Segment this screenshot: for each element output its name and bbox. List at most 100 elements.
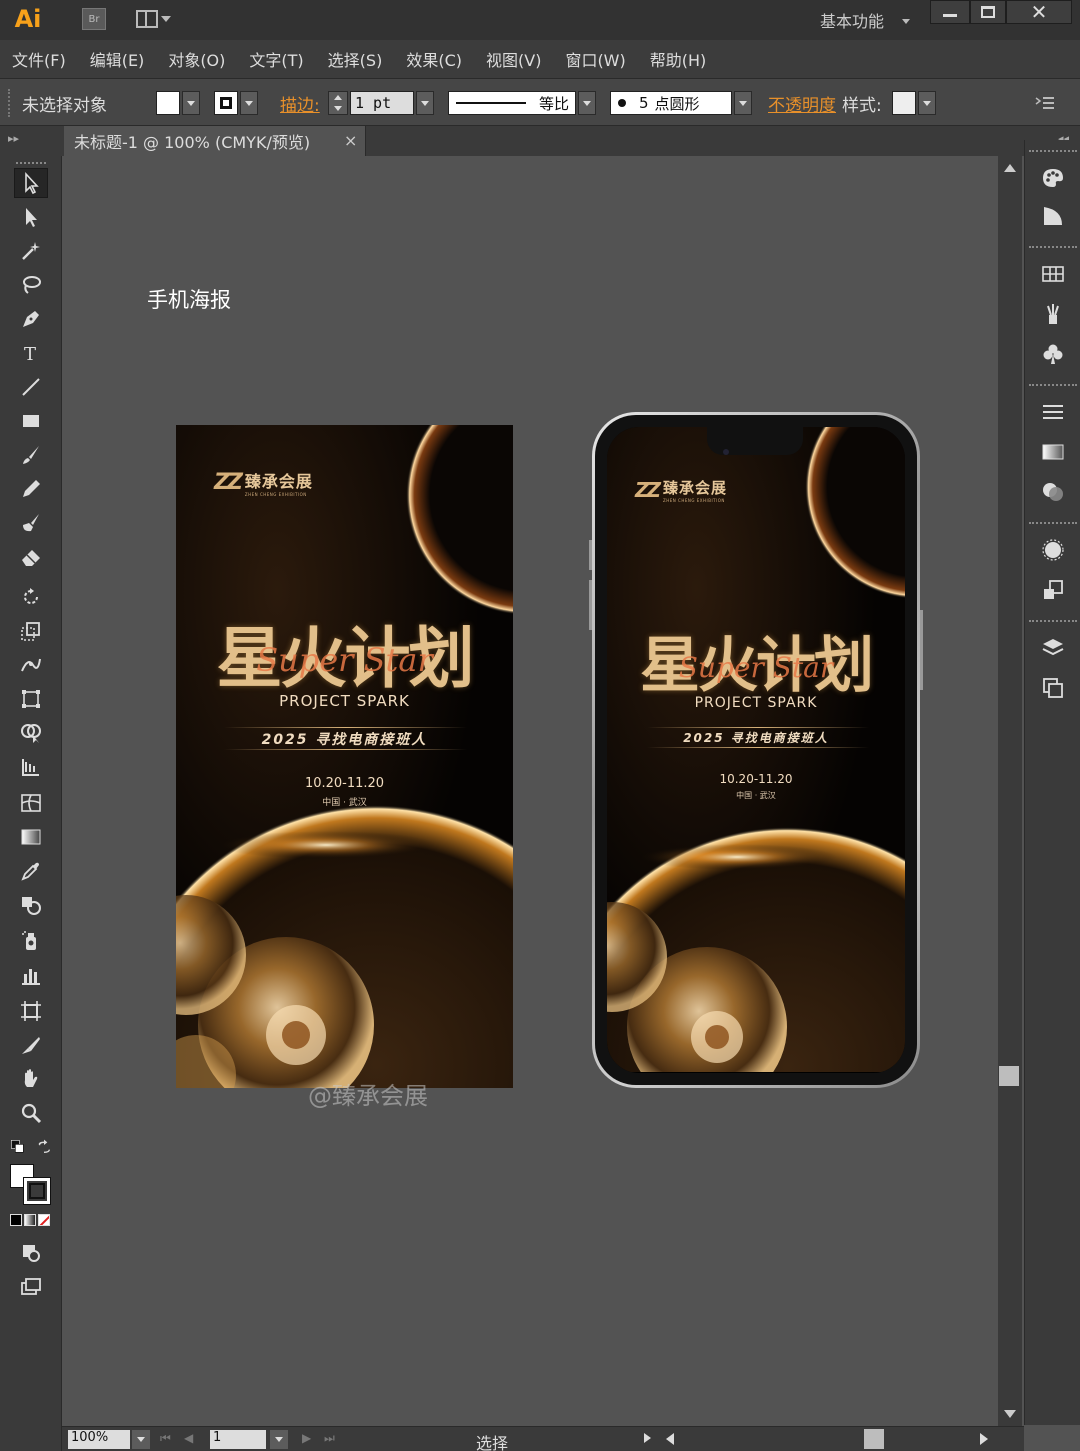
stroke-color-swatch[interactable]: [23, 1177, 51, 1205]
chevron-down-icon[interactable]: [902, 19, 910, 24]
width-tool[interactable]: [14, 650, 48, 680]
panel-grip[interactable]: [1029, 384, 1077, 386]
document-tab[interactable]: 未标题-1 @ 100% (CMYK/预览): [64, 126, 366, 156]
type-tool[interactable]: T: [14, 338, 48, 368]
rotate-tool[interactable]: [14, 582, 48, 612]
none-mode-button[interactable]: [38, 1214, 50, 1226]
poster-artboard[interactable]: ZZ 臻承会展 ZHEN CHENG EXHIBITION 星火计划 Super…: [176, 425, 513, 1088]
panel-grip[interactable]: [16, 162, 46, 164]
menu-window[interactable]: 窗口(W): [565, 47, 625, 71]
scroll-right-icon[interactable]: [980, 1433, 988, 1445]
zoom-dropdown[interactable]: [132, 1430, 150, 1449]
screen-mode-button[interactable]: [14, 1272, 48, 1302]
stroke-weight-stepper[interactable]: [328, 91, 348, 115]
gradient-tool[interactable]: [14, 822, 48, 852]
stroke-swatch[interactable]: [214, 91, 238, 115]
zoom-level-input[interactable]: 100%: [68, 1430, 130, 1449]
paintbrush-tool[interactable]: [14, 440, 48, 470]
panel-grip[interactable]: [1029, 246, 1077, 248]
eyedropper-tool[interactable]: [14, 856, 48, 886]
minimize-button[interactable]: [930, 0, 970, 24]
default-colors-button[interactable]: [10, 1132, 26, 1162]
opacity-label[interactable]: 不透明度: [768, 91, 836, 116]
menu-help[interactable]: 帮助(H): [650, 47, 707, 71]
scroll-left-icon[interactable]: [666, 1433, 674, 1445]
appearance-panel-button[interactable]: [1039, 536, 1067, 564]
status-menu-icon[interactable]: [644, 1433, 651, 1443]
shape-builder-tool[interactable]: [14, 718, 48, 748]
stroke-dropdown[interactable]: [240, 91, 258, 115]
pen-tool[interactable]: [14, 304, 48, 334]
menu-file[interactable]: 文件(F): [12, 47, 66, 71]
menu-type[interactable]: 文字(T): [249, 47, 303, 71]
stroke-label[interactable]: 描边:: [280, 91, 320, 116]
blob-brush-tool[interactable]: [14, 508, 48, 538]
graphic-style-swatch[interactable]: [892, 91, 916, 115]
close-button[interactable]: ✕: [1006, 0, 1072, 24]
panel-menu-icon[interactable]: [1034, 95, 1056, 111]
phone-mockup[interactable]: ZZ 臻承会展 ZHEN CHENG EXHIBITION 星火计划 Super…: [592, 412, 920, 1088]
fill-swatch[interactable]: [156, 91, 180, 115]
selection-tool[interactable]: [14, 168, 48, 198]
brushes-panel-button[interactable]: [1039, 300, 1067, 328]
color-panel-button[interactable]: [1039, 164, 1067, 192]
magic-wand-tool[interactable]: [14, 236, 48, 266]
brush-dropdown[interactable]: [734, 91, 752, 115]
scroll-down-icon[interactable]: [1004, 1410, 1016, 1418]
stroke-weight-input[interactable]: 1 pt: [350, 91, 414, 115]
scale-tool[interactable]: [14, 616, 48, 646]
transparency-panel-button[interactable]: [1039, 478, 1067, 506]
free-transform-tool[interactable]: [14, 684, 48, 714]
direct-selection-tool[interactable]: [14, 202, 48, 232]
panel-grip[interactable]: [8, 89, 12, 117]
brush-definition[interactable]: 5 点圆形: [610, 91, 732, 115]
hand-tool[interactable]: [14, 1064, 48, 1094]
close-tab-icon[interactable]: ×: [344, 131, 357, 150]
workspace-switcher[interactable]: 基本功能: [820, 8, 884, 32]
gradient-panel-button[interactable]: [1039, 438, 1067, 466]
lasso-tool[interactable]: [14, 270, 48, 300]
column-graph-tool[interactable]: [14, 960, 48, 990]
artboard-tool[interactable]: [14, 996, 48, 1026]
horizontal-scroll-thumb[interactable]: [864, 1429, 884, 1449]
layers-panel-button[interactable]: [1039, 634, 1067, 662]
zoom-tool[interactable]: [14, 1098, 48, 1128]
vertical-scrollbar[interactable]: [998, 156, 1022, 1426]
symbol-sprayer-tool[interactable]: [14, 926, 48, 956]
blend-tool[interactable]: [14, 890, 48, 920]
previous-artboard-icon[interactable]: ◀: [184, 1431, 193, 1445]
menu-edit[interactable]: 编辑(E): [90, 47, 145, 71]
rectangle-tool[interactable]: [14, 406, 48, 436]
scroll-thumb[interactable]: [999, 1066, 1019, 1086]
panel-grip[interactable]: [1029, 522, 1077, 524]
bridge-button[interactable]: Br: [82, 8, 106, 30]
status-tool-label[interactable]: 选择: [476, 1430, 508, 1451]
drawing-mode-button[interactable]: [14, 1238, 48, 1268]
fill-dropdown[interactable]: [182, 91, 200, 115]
menu-effect[interactable]: 效果(C): [406, 47, 462, 71]
graphic-style-dropdown[interactable]: [918, 91, 936, 115]
stroke-panel-button[interactable]: [1039, 398, 1067, 426]
arrange-documents-button[interactable]: [136, 8, 176, 30]
collapse-left-icon[interactable]: ▸▸: [8, 132, 19, 145]
line-segment-tool[interactable]: [14, 372, 48, 402]
menu-object[interactable]: 对象(O): [168, 47, 225, 71]
panel-grip[interactable]: [1029, 620, 1077, 622]
last-artboard-icon[interactable]: ⏭: [324, 1431, 335, 1446]
graphic-styles-panel-button[interactable]: [1039, 576, 1067, 604]
maximize-button[interactable]: [970, 0, 1006, 24]
mesh-tool[interactable]: [14, 788, 48, 818]
scroll-up-icon[interactable]: [1004, 164, 1016, 172]
first-artboard-icon[interactable]: ⏮: [160, 1431, 171, 1446]
profile-dropdown[interactable]: [578, 91, 596, 115]
artboards-panel-button[interactable]: [1039, 674, 1067, 702]
stroke-weight-dropdown[interactable]: [416, 91, 434, 115]
symbols-panel-button[interactable]: [1039, 340, 1067, 368]
next-artboard-icon[interactable]: ▶: [302, 1431, 311, 1445]
perspective-grid-tool[interactable]: [14, 752, 48, 782]
slice-tool[interactable]: [14, 1030, 48, 1060]
menu-select[interactable]: 选择(S): [328, 47, 383, 71]
artboard-dropdown[interactable]: [270, 1430, 288, 1449]
pencil-tool[interactable]: [14, 474, 48, 504]
color-mode-button[interactable]: [10, 1214, 22, 1226]
